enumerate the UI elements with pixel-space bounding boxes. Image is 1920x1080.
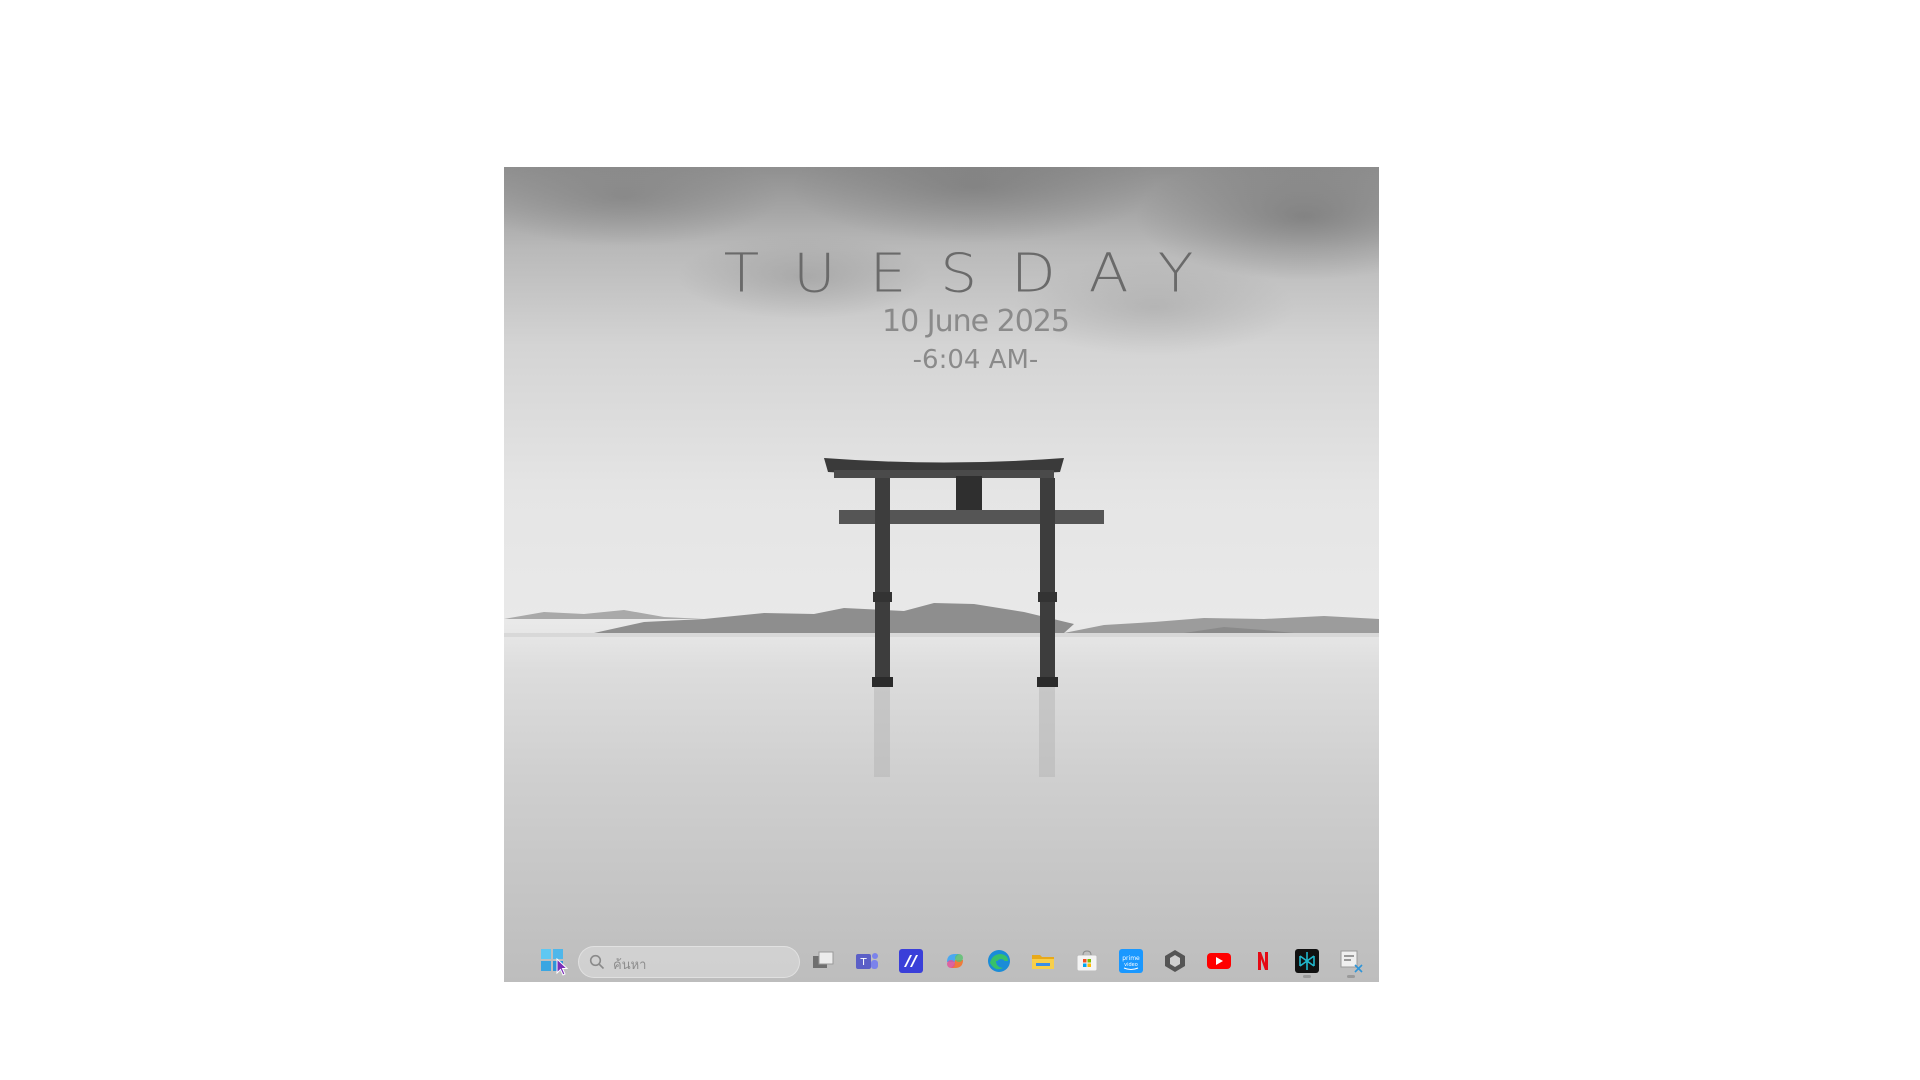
mouse-cursor-icon [556, 957, 570, 976]
running-indicator [1347, 975, 1355, 978]
running-indicator [1303, 975, 1311, 978]
edge-icon[interactable] [986, 948, 1012, 974]
taskbar: ค้นหา T prime video [504, 938, 1379, 982]
search-icon [589, 954, 605, 970]
copilot-icon[interactable] [942, 948, 968, 974]
time-label: -6:04 AM- [912, 345, 1039, 375]
search-placeholder: ค้นหา [613, 958, 647, 973]
folder-icon[interactable] [1030, 948, 1056, 974]
notes-app-icon[interactable] [898, 948, 924, 974]
youtube-icon[interactable] [1206, 948, 1232, 974]
date-label: 10 June 2025 [882, 304, 1070, 339]
svg-text:video: video [1124, 962, 1138, 968]
desktop-wallpaper: TUESDAY 10 June 2025 -6:04 AM- ค้นหา T p… [504, 167, 1379, 982]
hexagon-app-icon[interactable] [1162, 948, 1188, 974]
day-of-week: TUESDAY [723, 241, 1228, 305]
teams-icon[interactable]: T [854, 948, 880, 974]
svg-text:prime: prime [1122, 955, 1140, 962]
netflix-icon[interactable] [1250, 948, 1276, 974]
prime-video-icon[interactable]: prime video [1118, 948, 1144, 974]
snipping-tool-icon[interactable] [1338, 948, 1364, 974]
perplexity-icon[interactable] [1294, 948, 1320, 974]
search-box[interactable]: ค้นหา [578, 946, 800, 978]
task-view-icon[interactable] [810, 948, 836, 974]
svg-text:T: T [859, 957, 867, 968]
store-icon[interactable] [1074, 948, 1100, 974]
